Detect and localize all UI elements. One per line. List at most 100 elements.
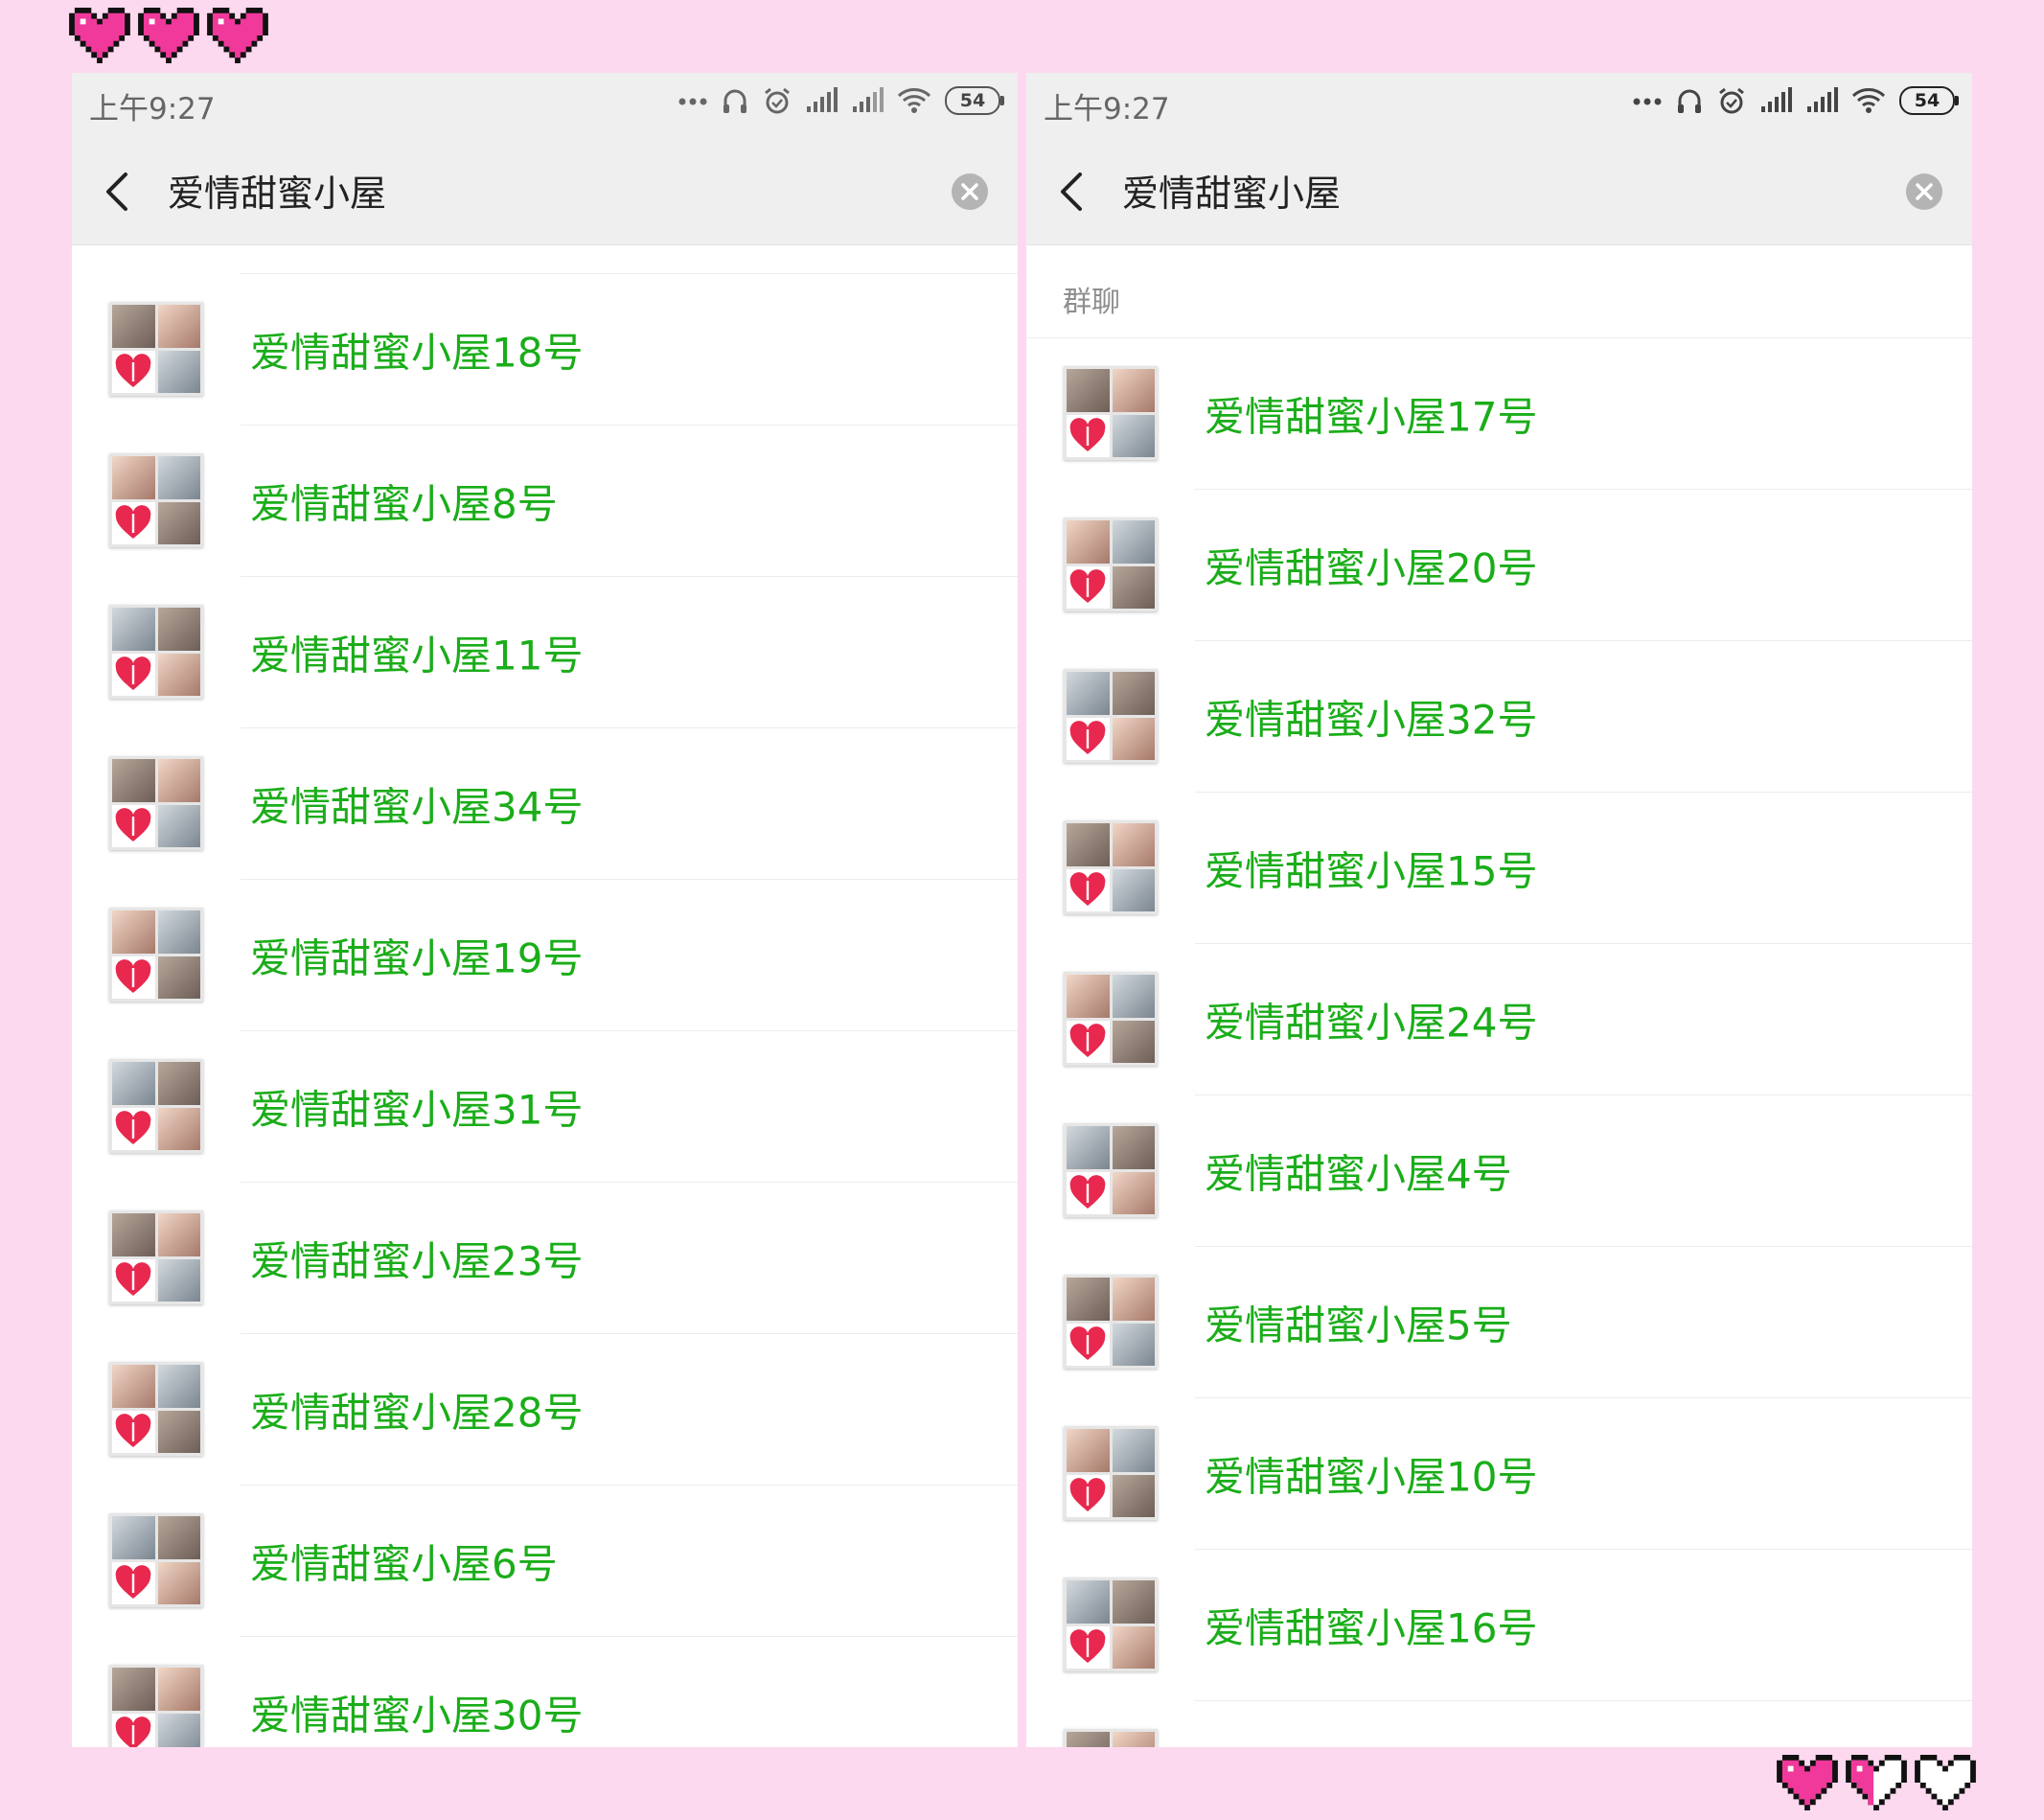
heart-icon bbox=[1777, 1755, 1838, 1810]
clear-circle-icon[interactable] bbox=[951, 173, 989, 211]
result-name: 爱情甜蜜小屋10号 bbox=[1205, 1453, 1538, 1501]
result-list: 爱情甜蜜小屋18号 爱情甜蜜小屋8号 爱情甜蜜小屋11号 爱情甜蜜小屋34号 爱情甜蜜小… bbox=[72, 245, 1018, 1747]
alarm-icon bbox=[1719, 87, 1744, 114]
search-input[interactable] bbox=[1122, 163, 1850, 217]
group-avatar bbox=[109, 453, 203, 547]
signal-icon bbox=[853, 87, 884, 112]
result-row[interactable]: 爱情甜蜜小屋15号 bbox=[1026, 793, 1972, 944]
decor-hearts-top bbox=[69, 8, 268, 63]
result-row[interactable]: 爱情甜蜜小屋10号 bbox=[1026, 1398, 1972, 1550]
result-row[interactable]: 爱情甜蜜小屋4号 bbox=[1026, 1095, 1972, 1247]
group-avatar bbox=[109, 756, 203, 850]
result-row[interactable]: 爱情甜蜜小屋23号 bbox=[72, 1183, 1018, 1334]
result-name: 爱情甜蜜小屋30号 bbox=[250, 1692, 584, 1739]
group-avatar bbox=[1064, 1275, 1158, 1369]
heart-icon bbox=[138, 8, 199, 63]
decor-hearts-bottom bbox=[1777, 1755, 1976, 1810]
group-avatar bbox=[1064, 1729, 1158, 1747]
result-row[interactable]: 爱情甜蜜小屋8号 bbox=[72, 426, 1018, 577]
result-name: 爱情甜蜜小屋11号 bbox=[250, 632, 584, 680]
status-icons: 54 bbox=[678, 86, 1004, 115]
signal-icon bbox=[1807, 87, 1838, 112]
list-divider bbox=[241, 245, 1018, 274]
battery-icon: 54 bbox=[945, 86, 1004, 115]
group-avatar bbox=[1064, 1426, 1158, 1520]
result-list: 群聊 爱情甜蜜小屋17号 爱情甜蜜小屋20号 爱情甜蜜小屋32号 爱情甜蜜小屋15号爱… bbox=[1026, 245, 1972, 1747]
result-row[interactable]: 爱情甜蜜小屋24号 bbox=[1026, 944, 1972, 1095]
headset-icon bbox=[1678, 89, 1701, 113]
result-name: 爱情甜蜜小屋16号 bbox=[1205, 1604, 1538, 1652]
battery-icon: 54 bbox=[1899, 86, 1959, 115]
result-name: 爱情甜蜜小屋34号 bbox=[250, 783, 584, 831]
headset-icon bbox=[723, 89, 746, 113]
result-name: 爱情甜蜜小屋28号 bbox=[250, 1389, 584, 1437]
result-row[interactable]: 爱情甜蜜小屋34号 bbox=[72, 728, 1018, 880]
signal-icon bbox=[1761, 87, 1792, 112]
search-bar bbox=[72, 134, 1018, 245]
group-avatar bbox=[109, 908, 203, 1002]
chevron-left-icon[interactable] bbox=[1055, 171, 1090, 213]
group-avatar bbox=[109, 1362, 203, 1456]
result-name: 爱情甜蜜小屋15号 bbox=[1205, 847, 1538, 895]
result-row[interactable]: 爱情甜蜜小屋17号 bbox=[1026, 338, 1972, 490]
status-time: 上午9:27 bbox=[1044, 92, 1170, 127]
result-name: 爱情甜蜜小屋31号 bbox=[250, 1086, 584, 1134]
result-name: 爱情甜蜜小屋32号 bbox=[1205, 696, 1538, 744]
search-input[interactable] bbox=[168, 163, 896, 217]
alarm-icon bbox=[765, 87, 790, 114]
empty-heart-icon bbox=[1915, 1755, 1976, 1810]
group-avatar bbox=[109, 605, 203, 699]
phone-screen-left: 上午9:27 54 爱情甜蜜小屋18号爱情甜蜜小屋8号爱情甜蜜小屋11号爱情甜蜜… bbox=[72, 73, 1018, 1747]
group-avatar bbox=[109, 1210, 203, 1304]
heart-icon bbox=[207, 8, 268, 63]
group-avatar bbox=[109, 302, 203, 396]
half-heart-icon bbox=[1846, 1755, 1907, 1810]
search-bar bbox=[1026, 134, 1972, 245]
status-time: 上午9:27 bbox=[89, 92, 216, 127]
battery-level: 54 bbox=[945, 86, 1000, 115]
group-avatar bbox=[109, 1513, 203, 1607]
result-name: 爱情甜蜜小屋19号 bbox=[250, 934, 584, 982]
result-row[interactable]: 爱情甜蜜小屋11号 bbox=[72, 577, 1018, 728]
result-name: 爱情甜蜜小屋4号 bbox=[1205, 1150, 1512, 1198]
result-row[interactable] bbox=[1026, 1701, 1972, 1747]
result-row[interactable]: 爱情甜蜜小屋19号 bbox=[72, 880, 1018, 1031]
result-row[interactable]: 爱情甜蜜小屋18号 bbox=[72, 274, 1018, 426]
group-avatar bbox=[109, 1665, 203, 1747]
section-header-group-chats: 群聊 bbox=[1026, 245, 1972, 338]
group-avatar bbox=[1064, 1123, 1158, 1217]
result-row[interactable]: 爱情甜蜜小屋28号 bbox=[72, 1334, 1018, 1486]
status-icons: 54 bbox=[1633, 86, 1959, 115]
status-bar: 上午9:27 54 bbox=[1026, 73, 1972, 134]
result-row[interactable]: 爱情甜蜜小屋20号 bbox=[1026, 490, 1972, 641]
heart-icon bbox=[69, 8, 130, 63]
group-avatar bbox=[1064, 820, 1158, 914]
result-name: 爱情甜蜜小屋17号 bbox=[1205, 393, 1538, 441]
result-name: 爱情甜蜜小屋24号 bbox=[1205, 999, 1538, 1047]
signal-icon bbox=[807, 87, 838, 112]
group-avatar bbox=[1064, 972, 1158, 1066]
group-avatar bbox=[1064, 669, 1158, 763]
more-dots-icon bbox=[1633, 98, 1662, 105]
result-row[interactable]: 爱情甜蜜小屋6号 bbox=[72, 1486, 1018, 1637]
result-row[interactable]: 爱情甜蜜小屋32号 bbox=[1026, 641, 1972, 793]
section-label: 群聊 bbox=[1063, 286, 1120, 319]
chevron-left-icon[interactable] bbox=[101, 171, 135, 213]
status-bar: 上午9:27 54 bbox=[72, 73, 1018, 134]
group-avatar bbox=[1064, 366, 1158, 460]
wifi-icon bbox=[897, 88, 931, 113]
result-row[interactable]: 爱情甜蜜小屋16号 bbox=[1026, 1550, 1972, 1701]
group-avatar bbox=[1064, 1578, 1158, 1671]
result-name: 爱情甜蜜小屋18号 bbox=[250, 329, 584, 377]
result-row[interactable]: 爱情甜蜜小屋5号 bbox=[1026, 1247, 1972, 1398]
result-name: 爱情甜蜜小屋20号 bbox=[1205, 544, 1538, 592]
more-dots-icon bbox=[678, 98, 707, 105]
result-name: 爱情甜蜜小屋5号 bbox=[1205, 1302, 1512, 1349]
battery-level: 54 bbox=[1899, 86, 1955, 115]
clear-circle-icon[interactable] bbox=[1905, 173, 1943, 211]
result-name: 爱情甜蜜小屋8号 bbox=[250, 480, 558, 528]
group-avatar bbox=[109, 1059, 203, 1153]
result-row[interactable]: 爱情甜蜜小屋31号 bbox=[72, 1031, 1018, 1183]
result-row[interactable]: 爱情甜蜜小屋30号 bbox=[72, 1637, 1018, 1747]
result-name: 爱情甜蜜小屋6号 bbox=[250, 1540, 558, 1588]
